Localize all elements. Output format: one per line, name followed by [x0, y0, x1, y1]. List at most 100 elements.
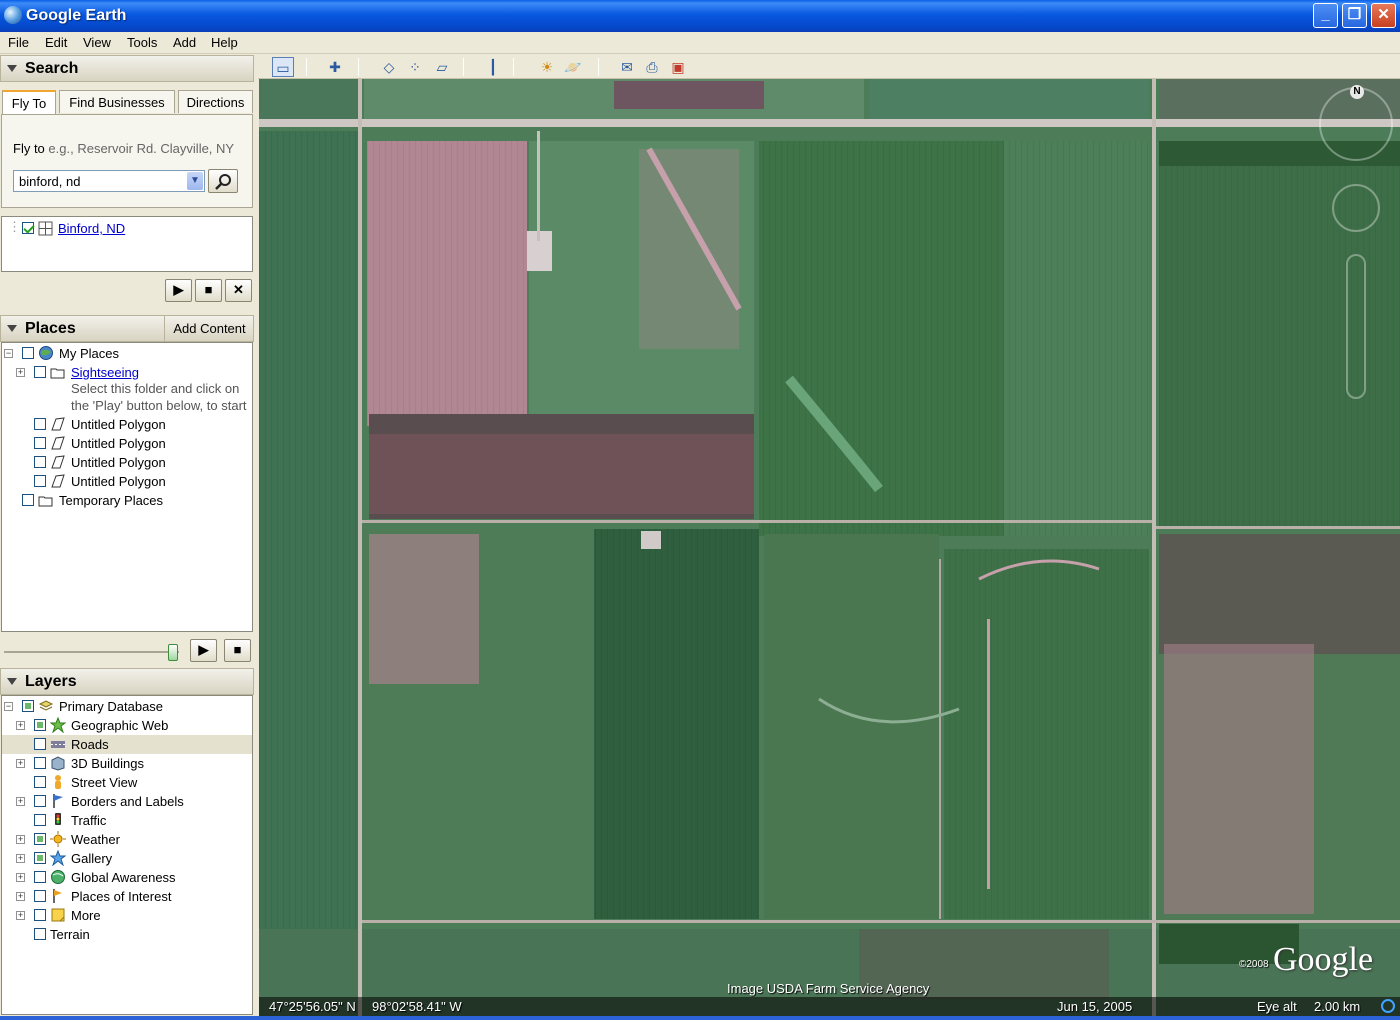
- layer-global-awareness[interactable]: + Global Awareness: [2, 868, 252, 887]
- layer-geographic-web[interactable]: + Geographic Web: [2, 716, 252, 735]
- checkbox[interactable]: [34, 852, 46, 864]
- expand-toggle[interactable]: +: [16, 911, 25, 920]
- layer-primary-database[interactable]: − Primary Database: [2, 697, 252, 716]
- places-item-polygon[interactable]: Untitled Polygon: [2, 453, 252, 472]
- checkbox[interactable]: [22, 347, 34, 359]
- play-tour-button[interactable]: ▶: [165, 279, 192, 302]
- places-header[interactable]: Places Add Content: [0, 315, 254, 342]
- menu-tools[interactable]: Tools: [127, 35, 157, 50]
- sunlight-icon[interactable]: ☀: [536, 57, 558, 77]
- polygon-add-icon[interactable]: ◇: [378, 57, 400, 77]
- stop-places-button[interactable]: ■: [224, 639, 251, 662]
- checkbox[interactable]: [34, 776, 46, 788]
- checkbox[interactable]: [22, 494, 34, 506]
- sky-planet-icon[interactable]: 🪐: [562, 57, 584, 77]
- path-add-icon[interactable]: ⁘: [404, 57, 426, 77]
- maximize-button[interactable]: ❐: [1342, 3, 1367, 28]
- checkbox[interactable]: [34, 909, 46, 921]
- google-maps-icon[interactable]: ▣: [667, 57, 689, 77]
- layers-header[interactable]: Layers: [0, 668, 254, 695]
- placemark-add-icon[interactable]: ✚: [324, 57, 346, 77]
- close-button[interactable]: ✕: [1371, 3, 1396, 28]
- search-header[interactable]: Search: [0, 55, 254, 82]
- places-item-temporary-places[interactable]: Temporary Places: [2, 491, 252, 510]
- layer-roads[interactable]: Roads: [2, 735, 252, 754]
- streaming-indicator-icon: [1381, 999, 1395, 1013]
- sidebar-toggle-icon[interactable]: ▭: [272, 57, 294, 77]
- places-tree: − My Places + Sightseeing Select this fo…: [1, 342, 253, 632]
- layer-terrain[interactable]: Terrain: [2, 925, 252, 944]
- menu-view[interactable]: View: [83, 35, 111, 50]
- clear-search-button[interactable]: ✕: [225, 279, 252, 302]
- result-checkbox[interactable]: [22, 222, 34, 234]
- menu-edit[interactable]: Edit: [45, 35, 67, 50]
- fly-to-input[interactable]: binford, nd ▼: [13, 170, 205, 192]
- slider-thumb[interactable]: [168, 644, 178, 661]
- collapse-toggle[interactable]: −: [4, 349, 13, 358]
- ruler-icon[interactable]: ┃: [482, 57, 504, 77]
- layer-borders-and-labels[interactable]: + Borders and Labels: [2, 792, 252, 811]
- add-content-button[interactable]: Add Content: [164, 316, 254, 341]
- play-places-button[interactable]: ▶: [190, 639, 217, 662]
- layer-weather[interactable]: + Weather: [2, 830, 252, 849]
- checkbox[interactable]: [34, 475, 46, 487]
- checkbox[interactable]: [34, 795, 46, 807]
- pegman-icon: [55, 775, 61, 789]
- checkbox[interactable]: [34, 366, 46, 378]
- search-result-link[interactable]: Binford, ND: [58, 221, 125, 236]
- checkbox[interactable]: [34, 928, 46, 940]
- expand-toggle[interactable]: +: [16, 854, 25, 863]
- places-item-polygon[interactable]: Untitled Polygon: [2, 415, 252, 434]
- layer-more[interactable]: + More: [2, 906, 252, 925]
- checkbox[interactable]: [34, 719, 46, 731]
- checkbox[interactable]: [34, 437, 46, 449]
- look-joystick[interactable]: [1332, 184, 1380, 232]
- tab-find-businesses[interactable]: Find Businesses: [59, 90, 175, 113]
- expand-toggle[interactable]: +: [16, 797, 25, 806]
- toolbar: ▭ ✚ ◇ ⁘ ▱ ┃ ☀ 🪐 ✉ ⎙ ▣: [258, 55, 1400, 79]
- checkbox[interactable]: [34, 757, 46, 769]
- menu-add[interactable]: Add: [173, 35, 196, 50]
- expand-toggle[interactable]: +: [16, 892, 25, 901]
- layer-street-view[interactable]: Street View: [2, 773, 252, 792]
- search-button[interactable]: [208, 169, 238, 193]
- expand-toggle[interactable]: +: [16, 368, 25, 377]
- tour-speed-slider[interactable]: [4, 644, 179, 661]
- checkbox[interactable]: [34, 814, 46, 826]
- image-overlay-icon[interactable]: ▱: [431, 57, 453, 77]
- checkbox[interactable]: [34, 871, 46, 883]
- tab-fly-to[interactable]: Fly To: [2, 90, 56, 114]
- checkbox[interactable]: [34, 738, 46, 750]
- minimize-button[interactable]: _: [1313, 3, 1338, 28]
- checkbox[interactable]: [34, 890, 46, 902]
- sightseeing-hint-line-2: the 'Play' button below, to start: [71, 398, 247, 413]
- layer-gallery[interactable]: + Gallery: [2, 849, 252, 868]
- checkbox[interactable]: [34, 418, 46, 430]
- menu-file[interactable]: File: [8, 35, 29, 50]
- places-item-polygon[interactable]: Untitled Polygon: [2, 472, 252, 491]
- places-item-polygon[interactable]: Untitled Polygon: [2, 434, 252, 453]
- fly-to-label-row: Fly to e.g., Reservoir Rd. Clayville, NY: [13, 141, 234, 156]
- checkbox[interactable]: [22, 700, 34, 712]
- layer-3d-buildings[interactable]: + 3D Buildings: [2, 754, 252, 773]
- collapse-toggle[interactable]: −: [4, 702, 13, 711]
- expand-toggle[interactable]: +: [16, 759, 25, 768]
- print-icon[interactable]: ⎙: [641, 57, 663, 77]
- expand-toggle[interactable]: +: [16, 721, 25, 730]
- menu-help[interactable]: Help: [211, 35, 238, 50]
- zoom-slider[interactable]: [1346, 254, 1366, 399]
- stop-tour-button[interactable]: ■: [195, 279, 222, 302]
- dropdown-arrow-icon[interactable]: ▼: [187, 172, 203, 190]
- expand-toggle[interactable]: +: [16, 873, 25, 882]
- checkbox[interactable]: [34, 456, 46, 468]
- map-view[interactable]: N ©2008 Google Image USDA Farm Service A…: [259, 79, 1400, 1016]
- search-result-row[interactable]: ⋮ Binford, ND: [2, 219, 252, 238]
- places-item-my-places[interactable]: − My Places: [2, 344, 252, 363]
- expand-toggle[interactable]: +: [16, 835, 25, 844]
- email-icon[interactable]: ✉: [616, 57, 638, 77]
- layer-places-of-interest[interactable]: + Places of Interest: [2, 887, 252, 906]
- compass-ring[interactable]: N: [1319, 85, 1393, 161]
- layer-traffic[interactable]: Traffic: [2, 811, 252, 830]
- checkbox[interactable]: [34, 833, 46, 845]
- tab-directions[interactable]: Directions: [178, 90, 253, 113]
